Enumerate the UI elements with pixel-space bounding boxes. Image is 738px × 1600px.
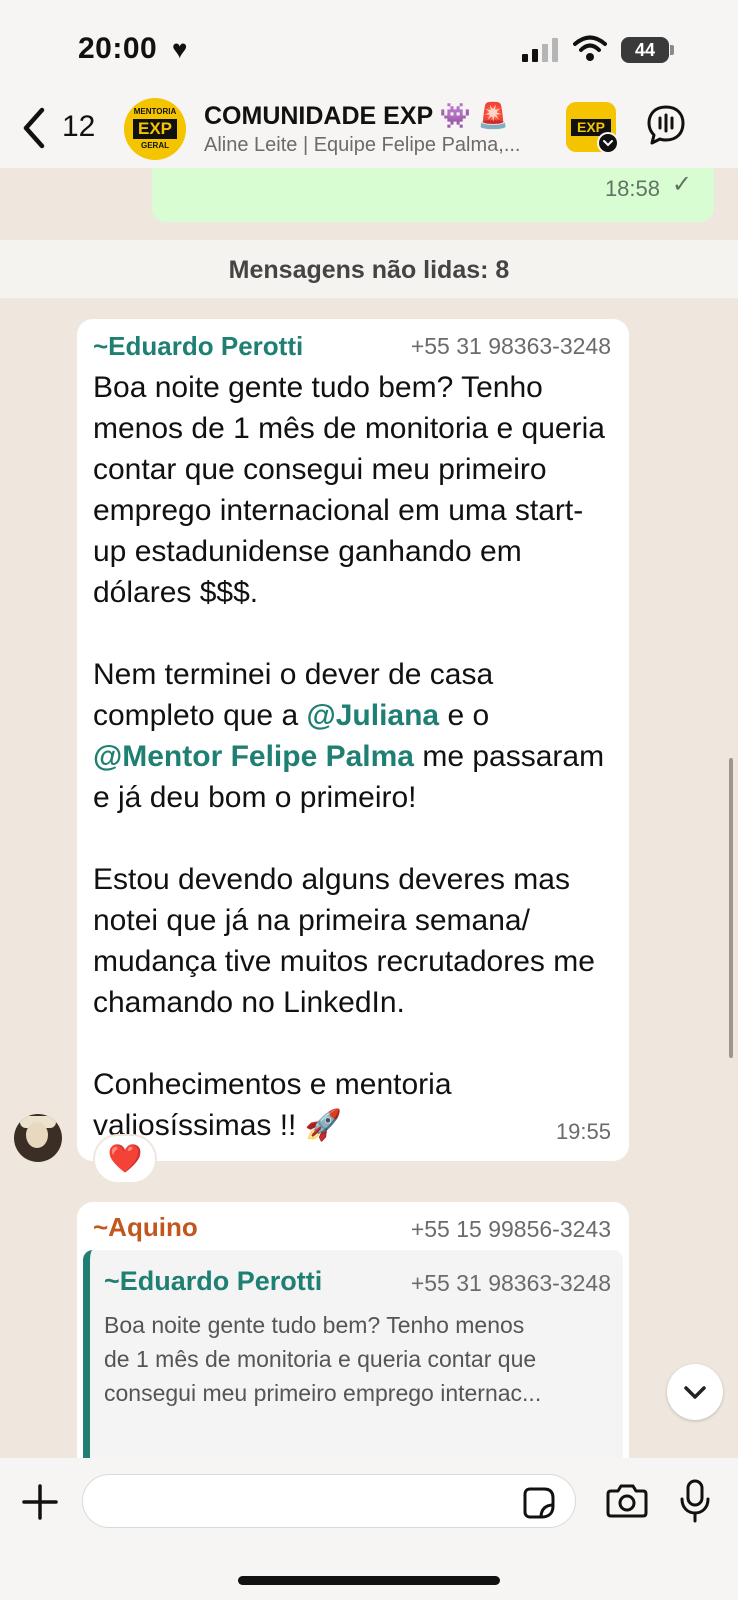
signal-icon xyxy=(522,38,558,62)
reaction-heart[interactable]: ❤️ xyxy=(93,1134,157,1184)
unread-banner: Mensagens não lidas: 8 xyxy=(0,240,738,298)
sender-phone[interactable]: +55 31 98363-3248 xyxy=(411,333,611,360)
battery-tip xyxy=(670,45,674,55)
status-time: 20:00 xyxy=(78,32,158,65)
group-avatar[interactable]: MENTORIA EXP GERAL xyxy=(124,98,186,160)
message-paragraph: Conhecimentos e mentoria valiosíssimas !… xyxy=(93,1068,452,1142)
sender-name[interactable]: ~Aquino xyxy=(93,1212,198,1243)
message-text: Boa noite gente tudo bem? Tenho menos de… xyxy=(93,367,615,1146)
message-time: 18:58 xyxy=(604,176,660,201)
quoted-sender: ~Eduardo Perotti xyxy=(104,1266,323,1296)
back-chevron-icon[interactable] xyxy=(18,106,50,150)
sender-name[interactable]: ~Eduardo Perotti xyxy=(93,331,303,362)
status-bar: 20:00 ♥ 44 xyxy=(0,0,738,100)
scroll-to-bottom-button[interactable] xyxy=(667,1364,723,1420)
chat-area[interactable]: 18:58 ✓ Mensagens não lidas: 8 ~Eduardo … xyxy=(0,168,738,1458)
avatar-main-text: EXP xyxy=(133,119,177,139)
quoted-line: de 1 mês de monitoria e queria contar qu… xyxy=(104,1346,537,1372)
mention-juliana[interactable]: @Juliana xyxy=(306,699,439,732)
mic-icon[interactable] xyxy=(678,1478,712,1524)
check-icon: ✓ xyxy=(671,171,692,198)
incoming-message-bubble[interactable]: ~Eduardo Perotti +55 31 98363-3248 Boa n… xyxy=(77,319,629,1161)
back-count[interactable]: 12 xyxy=(62,110,95,144)
message-input[interactable] xyxy=(82,1474,576,1528)
message-paragraph: Nem terminei o dever de casa completo qu… xyxy=(93,654,615,818)
quoted-line: consegui meu primeiro emprego internac..… xyxy=(104,1380,542,1406)
home-indicator xyxy=(238,1576,500,1585)
chat-header: 12 MENTORIA EXP GERAL COMUNIDADE EXP 👾 🚨… xyxy=(0,88,738,168)
incoming-message-bubble[interactable]: ~Aquino +55 15 99856-3243 ~Eduardo Perot… xyxy=(77,1202,629,1458)
unread-banner-text: Mensagens não lidas: 8 xyxy=(228,256,510,284)
wifi-icon xyxy=(573,35,607,61)
plus-icon[interactable] xyxy=(20,1482,60,1522)
avatar-face xyxy=(26,1122,48,1148)
voice-chat-icon[interactable] xyxy=(646,104,686,148)
chevron-down-icon xyxy=(603,140,613,147)
quoted-message[interactable]: ~Eduardo Perotti +55 31 98363-3248 Boa n… xyxy=(83,1250,623,1458)
quoted-phone: +55 31 98363-3248 xyxy=(410,1270,611,1296)
group-participants[interactable]: Aline Leite | Equipe Felipe Palma,... xyxy=(204,134,544,157)
sender-phone[interactable]: +55 15 99856-3243 xyxy=(411,1216,611,1243)
message-paragraph: Boa noite gente tudo bem? Tenho menos de… xyxy=(93,371,605,609)
scrollbar[interactable] xyxy=(729,758,733,1058)
quoted-text: Boa noite gente tudo bem? Tenho menos de… xyxy=(104,1308,612,1410)
mention-felipe-palma[interactable]: @Mentor Felipe Palma xyxy=(93,740,414,773)
quoted-line: Boa noite gente tudo bem? Tenho menos xyxy=(104,1312,525,1338)
avatar-bottom-text: GERAL xyxy=(141,141,169,150)
battery-indicator: 44 xyxy=(621,37,669,63)
avatar-top-text: MENTORIA xyxy=(133,107,177,116)
message-paragraph: Estou devendo alguns deveres mas notei q… xyxy=(93,863,595,1019)
community-badge xyxy=(597,132,619,154)
chevron-down-icon xyxy=(684,1386,706,1399)
heart-icon: ♥ xyxy=(172,34,188,64)
avatar[interactable] xyxy=(14,1114,62,1162)
message-time: 19:55 xyxy=(555,1119,611,1144)
outgoing-message-bubble[interactable]: 18:58 ✓ xyxy=(152,168,714,222)
group-title[interactable]: COMUNIDADE EXP 👾 🚨 xyxy=(204,102,509,131)
message-text-segment: e o xyxy=(439,699,490,732)
camera-icon[interactable] xyxy=(606,1482,648,1518)
sticker-icon[interactable] xyxy=(522,1486,556,1520)
